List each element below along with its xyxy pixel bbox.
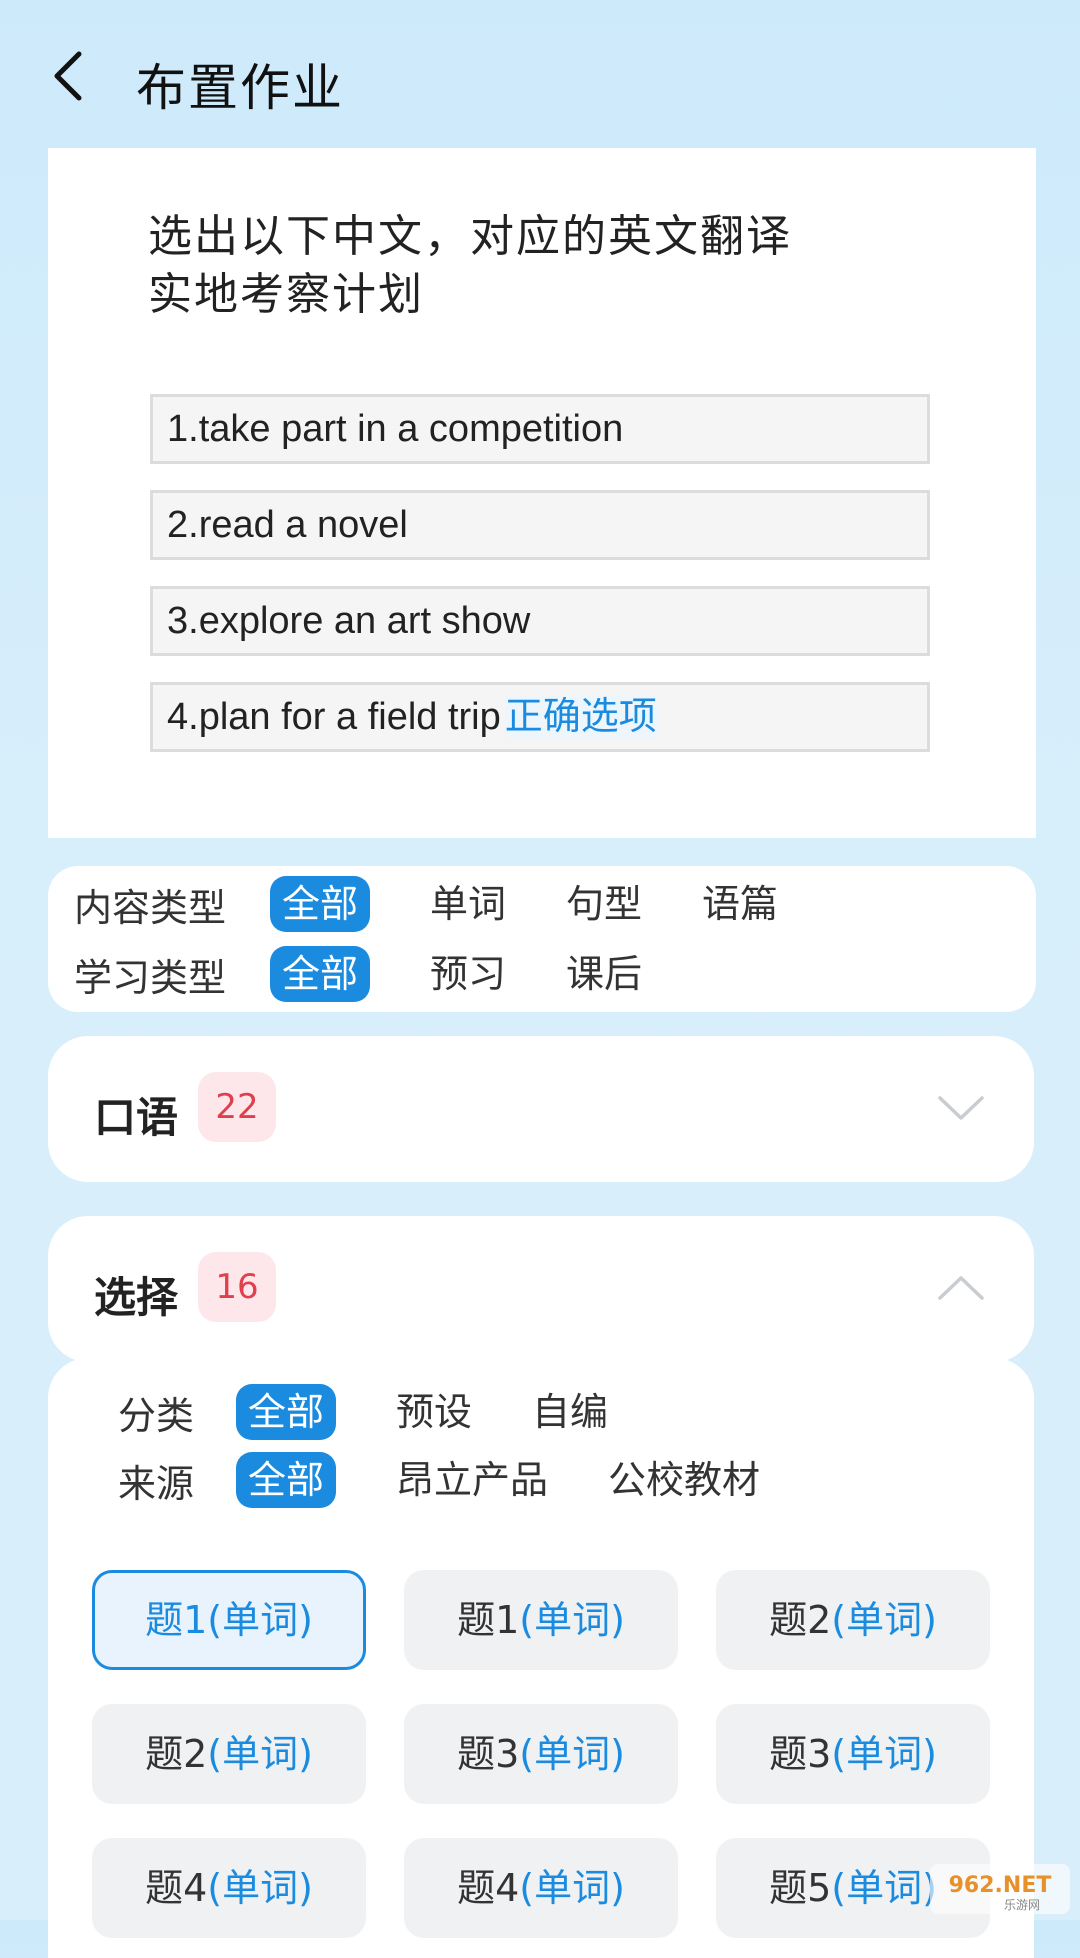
question-prompt-line2: 实地考察计划 — [148, 269, 424, 320]
source-angli-chip[interactable]: 昂立产品 — [384, 1452, 560, 1508]
question-card: 选出以下中文，对应的英文翻译 实地考察计划 1.take part in a c… — [48, 148, 1036, 838]
source-all-chip[interactable]: 全部 — [236, 1452, 337, 1508]
question-label: 题4 — [457, 1866, 520, 1910]
back-button[interactable] — [45, 48, 95, 104]
source-public-school-chip[interactable]: 公校教材 — [596, 1452, 772, 1508]
content-type-filter: 内容类型 全部 单词 句型 语篇 — [74, 876, 838, 932]
category-preset-chip[interactable]: 预设 — [384, 1384, 484, 1440]
section-choice[interactable]: 选择 16 — [48, 1216, 1034, 1362]
question-label: 题2 — [769, 1598, 832, 1642]
watermark-sub: 乐游网 — [1004, 1898, 1040, 1912]
question-type: (单词) — [207, 1866, 313, 1910]
question-type: (单词) — [207, 1732, 313, 1776]
question-label: 题2 — [145, 1732, 208, 1776]
answer-option-3[interactable]: 3.explore an art show — [150, 586, 930, 656]
section-oral-count-badge: 22 — [198, 1072, 276, 1142]
question-prompt: 选出以下中文，对应的英文翻译 实地考察计划 — [148, 208, 792, 324]
study-type-all-chip[interactable]: 全部 — [270, 946, 371, 1002]
study-type-filter: 学习类型 全部 预习 课后 — [74, 946, 702, 1002]
question-button-5[interactable]: 题3(单词) — [404, 1704, 678, 1804]
section-oral-title: 口语 — [94, 1093, 179, 1142]
question-button-7[interactable]: 题4(单词) — [92, 1838, 366, 1938]
question-prompt-line1: 选出以下中文，对应的英文翻译 — [148, 211, 792, 262]
filter-panel: 内容类型 全部 单词 句型 语篇 学习类型 全部 预习 课后 — [48, 866, 1036, 1012]
chevron-up-icon[interactable] — [938, 1266, 984, 1312]
option-text: 3.explore an art show — [167, 600, 531, 642]
question-label: 题5 — [769, 1866, 832, 1910]
site-watermark-logo: 962.NET 乐游网 — [930, 1864, 1070, 1914]
question-type: (单词) — [831, 1598, 937, 1642]
option-text: 2.read a novel — [167, 504, 408, 546]
answer-option-2[interactable]: 2.read a novel — [150, 490, 930, 560]
category-label: 分类 — [118, 1393, 195, 1438]
source-filter: 来源 全部 昂立产品 公校教材 — [118, 1452, 820, 1508]
question-button-8[interactable]: 题4(单词) — [404, 1838, 678, 1938]
section-choice-title: 选择 — [94, 1273, 179, 1322]
header-bar: 布置作业 — [0, 0, 1080, 150]
section-choice-count-badge: 16 — [198, 1252, 276, 1322]
category-custom-chip[interactable]: 自编 — [520, 1384, 620, 1440]
study-type-label: 学习类型 — [74, 955, 227, 1000]
back-arrow-icon — [54, 51, 82, 101]
answer-option-1[interactable]: 1.take part in a competition — [150, 394, 930, 464]
question-button-3[interactable]: 题2(单词) — [716, 1570, 990, 1670]
correct-answer-tag: 正确选项 — [504, 696, 657, 738]
study-type-preview-chip[interactable]: 预习 — [418, 946, 518, 1002]
question-button-2[interactable]: 题1(单词) — [404, 1570, 678, 1670]
study-type-after-class-chip[interactable]: 课后 — [554, 946, 654, 1002]
question-label: 题3 — [769, 1732, 832, 1776]
source-label: 来源 — [118, 1461, 195, 1506]
question-type: (单词) — [519, 1598, 625, 1642]
content-type-word-chip[interactable]: 单词 — [418, 876, 518, 932]
category-filter: 分类 全部 预设 自编 — [118, 1384, 668, 1440]
question-button-4[interactable]: 题2(单词) — [92, 1704, 366, 1804]
question-type: (单词) — [519, 1866, 625, 1910]
question-button-1[interactable]: 题1(单词) — [92, 1570, 366, 1670]
watermark-text: 962.NET — [949, 1873, 1052, 1898]
content-type-passage-chip[interactable]: 语篇 — [690, 876, 790, 932]
option-text: 4.plan for a field trip — [167, 696, 501, 738]
section-oral[interactable]: 口语 22 — [48, 1036, 1034, 1182]
question-label: 题3 — [457, 1732, 520, 1776]
category-all-chip[interactable]: 全部 — [236, 1384, 337, 1440]
answer-option-4[interactable]: 4.plan for a field trip 正确选项 — [150, 682, 930, 752]
content-type-sentence-chip[interactable]: 句型 — [554, 876, 654, 932]
question-type: (单词) — [207, 1598, 313, 1642]
question-label: 题1 — [145, 1598, 208, 1642]
question-label: 题4 — [145, 1866, 208, 1910]
question-type: (单词) — [831, 1866, 937, 1910]
question-type: (单词) — [519, 1732, 625, 1776]
option-text: 1.take part in a competition — [167, 408, 624, 450]
question-button-6[interactable]: 题3(单词) — [716, 1704, 990, 1804]
question-type: (单词) — [831, 1732, 937, 1776]
content-type-label: 内容类型 — [74, 885, 227, 930]
page-title: 布置作业 — [136, 59, 344, 117]
choice-question-panel: 分类 全部 预设 自编 来源 全部 昂立产品 公校教材 题1(单词) 题1(单词… — [48, 1358, 1034, 1958]
content-type-all-chip[interactable]: 全部 — [270, 876, 371, 932]
question-label: 题1 — [457, 1598, 520, 1642]
chevron-down-icon[interactable] — [938, 1086, 984, 1132]
